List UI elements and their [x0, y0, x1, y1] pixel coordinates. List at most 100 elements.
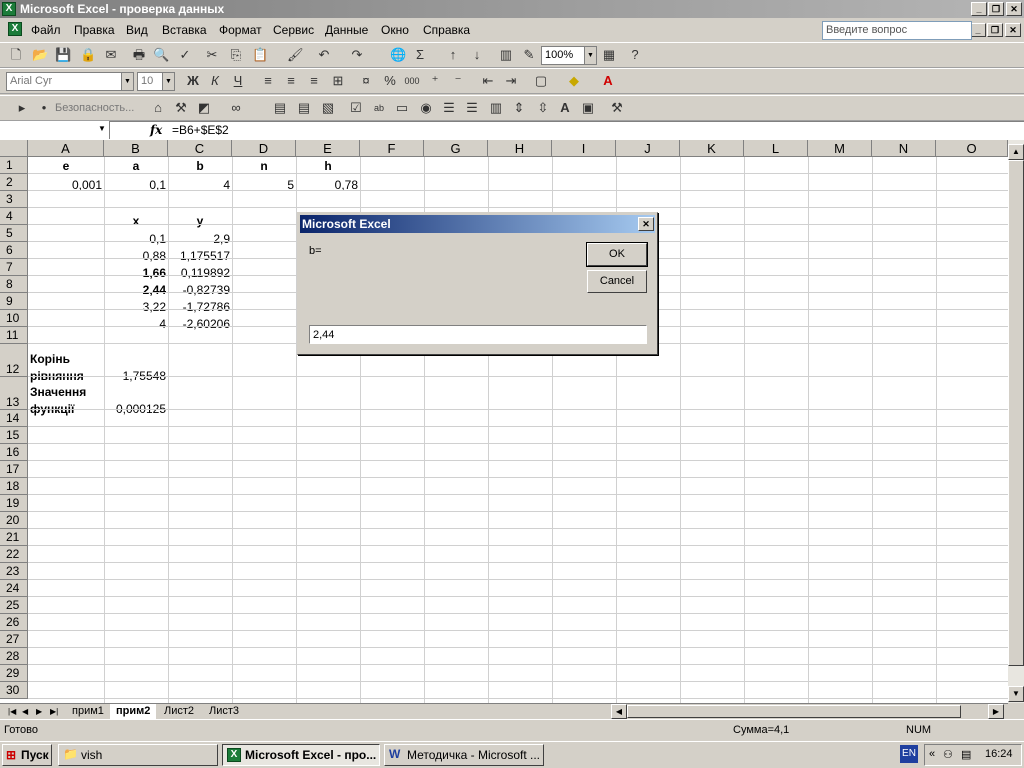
sheet-tab[interactable]: прим1 — [66, 704, 110, 719]
scrollbar-icon[interactable]: ⇳ — [535, 100, 551, 116]
tools-icon[interactable]: ⚒ — [173, 100, 189, 116]
undo-icon[interactable]: ↶ — [316, 47, 332, 63]
merge-center-icon[interactable]: ⊞ — [330, 73, 346, 89]
label-icon[interactable]: ▤ — [272, 100, 288, 116]
row-header[interactable]: 13 — [0, 377, 28, 410]
language-indicator[interactable]: EN — [900, 745, 918, 763]
cell-B5[interactable]: 0,1 — [104, 232, 166, 246]
cell-C9[interactable]: -1,72786 — [168, 300, 230, 314]
menu-view[interactable]: Вид — [126, 23, 148, 37]
scroll-up-icon[interactable]: ▲ — [1008, 144, 1024, 160]
workbook-icon[interactable]: X — [8, 22, 22, 36]
menu-file[interactable]: Файл — [31, 23, 61, 37]
bold-icon[interactable]: Ж — [185, 73, 201, 89]
cancel-button[interactable]: Cancel — [587, 270, 647, 293]
view-code-icon[interactable]: ▧ — [320, 100, 336, 116]
cell-B6[interactable]: 0,88 — [104, 249, 166, 263]
row-header[interactable]: 9 — [0, 293, 28, 310]
spelling-icon[interactable]: ✓ — [177, 47, 193, 63]
restore-button[interactable]: ❐ — [988, 2, 1004, 16]
format-painter-icon[interactable]: 🖌 — [287, 47, 304, 63]
cell-B9[interactable]: 3,22 — [104, 300, 166, 314]
row-header[interactable]: 11 — [0, 327, 28, 344]
cell-A12-line1[interactable]: Корінь — [30, 352, 104, 366]
spinner-icon[interactable]: ⇕ — [511, 100, 527, 116]
row-header[interactable]: 22 — [0, 546, 28, 563]
cell-D1[interactable]: n — [232, 159, 296, 173]
column-header[interactable]: D — [232, 140, 296, 157]
name-box[interactable]: ▼ — [0, 121, 110, 139]
row-header[interactable]: 2 — [0, 174, 28, 191]
open-icon[interactable]: 📂 — [32, 47, 48, 63]
column-header[interactable]: N — [872, 140, 936, 157]
column-header[interactable]: J — [616, 140, 680, 157]
book-icon[interactable]: ▤ — [961, 748, 971, 761]
doc-minimize-button[interactable]: _ — [970, 23, 986, 37]
doc-restore-button[interactable]: ❐ — [987, 23, 1003, 37]
column-header[interactable]: I — [552, 140, 616, 157]
scroll-thumb[interactable] — [1008, 160, 1024, 666]
italic-icon[interactable]: К — [207, 73, 223, 89]
row-header[interactable]: 12 — [0, 344, 28, 377]
column-header[interactable]: F — [360, 140, 424, 157]
properties-icon[interactable]: ▤ — [296, 100, 312, 116]
start-button[interactable]: ⊞ Пуск — [2, 744, 52, 766]
vertical-scrollbar[interactable]: ▲ ▼ — [1008, 140, 1024, 703]
scroll-down-icon[interactable]: ▼ — [1008, 686, 1024, 702]
row-header[interactable]: 16 — [0, 444, 28, 461]
row-header[interactable]: 7 — [0, 259, 28, 276]
decrease-decimal-icon[interactable]: ⁻ — [450, 73, 466, 89]
cut-icon[interactable]: ✂ — [204, 47, 220, 63]
fx-icon[interactable]: fx — [150, 123, 162, 137]
column-header[interactable]: M — [808, 140, 872, 157]
row-header[interactable]: 20 — [0, 512, 28, 529]
print-icon[interactable]: 🖶 — [131, 47, 147, 63]
scroll-right-icon[interactable]: ▶ — [988, 704, 1004, 719]
row-header[interactable]: 6 — [0, 242, 28, 259]
row-header[interactable]: 19 — [0, 495, 28, 512]
decrease-indent-icon[interactable]: ⇤ — [480, 73, 496, 89]
combobox-icon[interactable]: ☰ — [464, 100, 480, 116]
row-header[interactable]: 17 — [0, 461, 28, 478]
tray-expand-icon[interactable]: « — [929, 748, 935, 760]
cell-A13-line1[interactable]: Значення — [30, 385, 104, 399]
scroll-left-icon[interactable]: ◀ — [611, 704, 627, 719]
chevron-down-icon[interactable]: ▼ — [584, 47, 596, 64]
increase-decimal-icon[interactable]: ⁺ — [427, 73, 443, 89]
menu-edit[interactable]: Правка — [74, 23, 115, 37]
select-all-corner[interactable] — [0, 140, 28, 157]
horizontal-scroll-thumb[interactable] — [627, 705, 961, 718]
align-right-icon[interactable]: ≡ — [306, 73, 322, 89]
align-left-icon[interactable]: ≡ — [260, 73, 276, 89]
row-header[interactable]: 1 — [0, 157, 28, 174]
more-controls-icon[interactable]: ⚒ — [609, 100, 625, 116]
permission-icon[interactable]: 🔒 — [80, 47, 96, 63]
zoom-combo[interactable]: 100% ▼ — [541, 46, 597, 65]
row-header[interactable]: 23 — [0, 563, 28, 580]
cell-C8[interactable]: -0,82739 — [168, 283, 230, 297]
close-button[interactable]: ✕ — [1006, 2, 1022, 16]
column-header[interactable]: C — [168, 140, 232, 157]
toggle-icon[interactable]: ▥ — [488, 100, 504, 116]
column-header[interactable]: B — [104, 140, 168, 157]
row-header[interactable]: 28 — [0, 648, 28, 665]
hyperlink-icon[interactable]: 🌐 — [390, 47, 406, 63]
menu-window[interactable]: Окно — [381, 23, 409, 37]
row-header[interactable]: 14 — [0, 410, 28, 427]
task-word[interactable]: W Методичка - Microsoft ... — [384, 744, 544, 766]
dialog-title-bar[interactable]: Microsoft Excel ✕ — [300, 215, 655, 233]
excel-app-icon[interactable]: X — [2, 2, 16, 16]
print-preview-icon[interactable]: 🔍 — [153, 47, 169, 63]
fill-color-icon[interactable]: ◆ — [566, 73, 582, 89]
chevron-down-icon[interactable]: ▼ — [162, 73, 174, 90]
cell-C10[interactable]: -2,60206 — [168, 317, 230, 331]
sheet-tab[interactable]: Лист3 — [203, 704, 245, 719]
formula-input[interactable]: =B6+$E$2 — [172, 123, 229, 137]
column-header[interactable]: G — [424, 140, 488, 157]
web-icon[interactable]: ∞ — [228, 100, 244, 116]
paste-icon[interactable]: 📋 — [252, 47, 268, 63]
column-header[interactable]: E — [296, 140, 360, 157]
chevron-down-icon[interactable]: ▼ — [121, 73, 133, 90]
cell-C6[interactable]: 1,175517 — [168, 249, 230, 263]
menu-insert[interactable]: Вставка — [162, 23, 207, 37]
